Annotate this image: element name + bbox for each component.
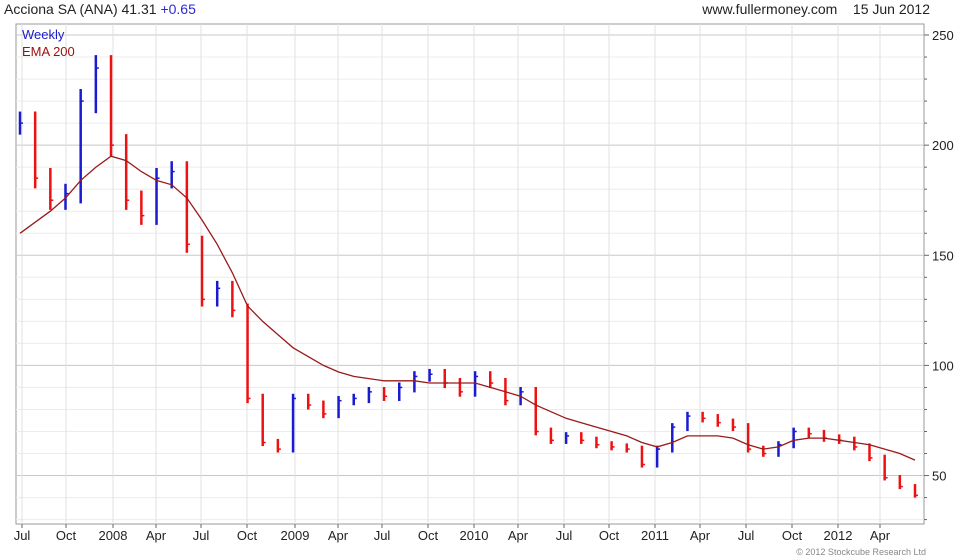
x-tick-label: Apr: [328, 528, 349, 543]
y-tick-label: 200: [932, 138, 954, 153]
legend-ema: EMA 200: [22, 44, 75, 59]
x-tick-label: Jul: [556, 528, 573, 543]
x-tick-label: 2011: [641, 528, 669, 543]
price-chart: 50 100 150 200 250 Jul Oct 2008 Apr Jul Oct 2009 Apr…: [14, 23, 954, 543]
y-tick-label: 150: [932, 248, 954, 263]
x-tick-label: Apr: [146, 528, 167, 543]
x-tick-label: Oct: [56, 528, 77, 543]
x-tick-label: Jul: [374, 528, 391, 543]
x-tick-label: Apr: [508, 528, 529, 543]
x-tick-label: 2009: [281, 528, 310, 543]
x-tick-label: Apr: [870, 528, 891, 543]
legend-weekly: Weekly: [22, 27, 65, 42]
x-tick-label: Jul: [193, 528, 210, 543]
plot-frame: [15, 23, 925, 525]
x-tick-label: Jul: [738, 528, 755, 543]
x-tick-label: Jul: [14, 528, 31, 543]
copyright-notice: © 2012 Stockcube Research Ltd: [796, 547, 926, 557]
x-tick-label: 2012: [824, 528, 853, 543]
x-tick-label: 2008: [99, 528, 128, 543]
x-tick-label: 2010: [460, 528, 489, 543]
y-tick-label: 250: [932, 28, 954, 43]
x-tick-label: Oct: [418, 528, 439, 543]
x-tick-label: Oct: [599, 528, 620, 543]
x-tick-label: Apr: [690, 528, 711, 543]
x-tick-label: Oct: [782, 528, 803, 543]
x-tick-label: Oct: [237, 528, 258, 543]
y-tick-label: 100: [932, 358, 954, 373]
y-tick-label: 50: [932, 469, 946, 484]
